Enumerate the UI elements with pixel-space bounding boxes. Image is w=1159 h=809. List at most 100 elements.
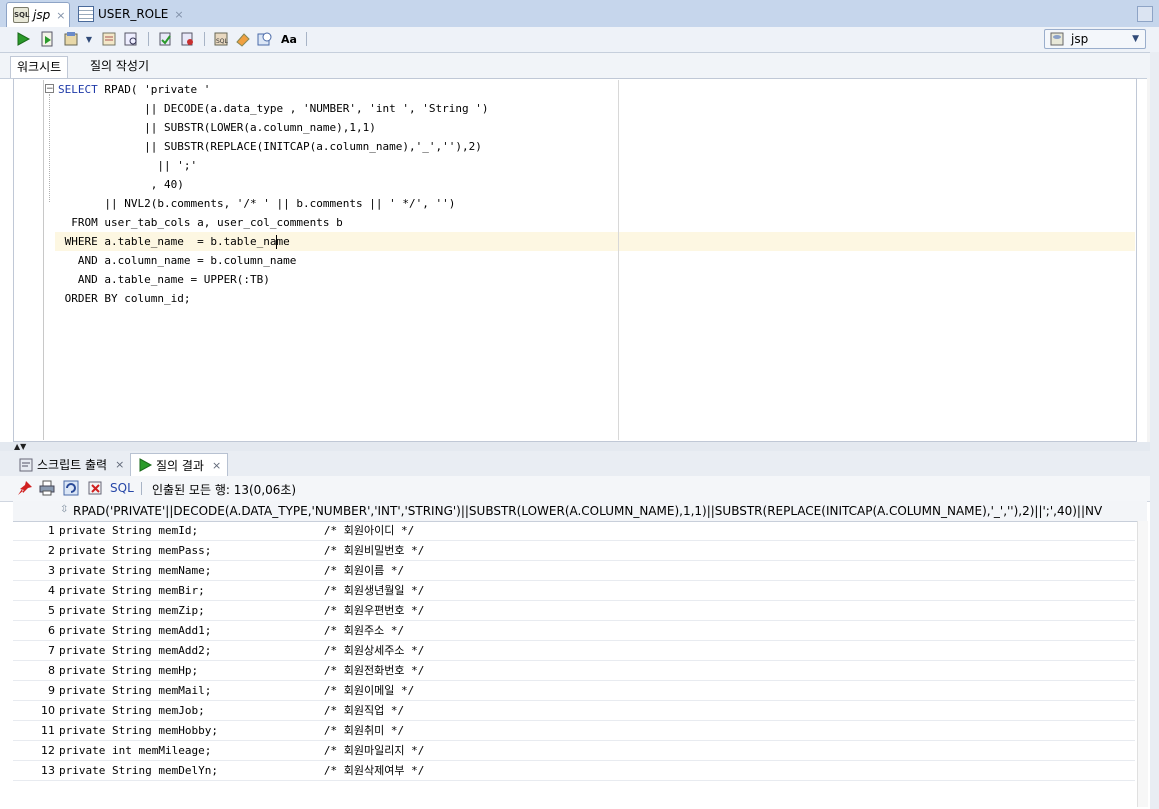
worksheet-subtabs: 워크시트 질의 작성기 xyxy=(0,53,1159,79)
editor-right-margin xyxy=(618,80,619,440)
tab-user-role[interactable]: USER_ROLE × xyxy=(72,2,190,26)
row-number: 6 xyxy=(48,624,55,637)
table-row[interactable]: 13 private String memDelYn; /* 회원삭제여부 */ xyxy=(13,761,1135,781)
table-row[interactable]: 7 private String memAdd2; /* 회원상세주소 */ xyxy=(13,641,1135,661)
dropdown-arrow-icon[interactable]: ▼ xyxy=(84,30,94,48)
table-row[interactable]: 9 private String memMail; /* 회원이메일 */ xyxy=(13,681,1135,701)
tab-script-output[interactable]: 스크립트 출력 × xyxy=(12,453,130,476)
connection-select[interactable]: jsp ▼ xyxy=(1044,29,1146,49)
print-button[interactable] xyxy=(38,479,56,497)
refresh-button[interactable] xyxy=(62,479,80,497)
connection-label: jsp xyxy=(1071,32,1089,46)
splitter-arrows-icon[interactable]: ▲▼ xyxy=(14,442,26,451)
close-icon[interactable]: × xyxy=(174,8,183,21)
close-icon[interactable]: × xyxy=(56,9,65,22)
table-row[interactable]: 4 private String memBir; /* 회원생년월일 */ xyxy=(13,581,1135,601)
row-value[interactable]: private int memMileage; /* 회원마일리지 */ xyxy=(59,741,424,761)
table-row[interactable]: 2 private String memPass; /* 회원비밀번호 */ xyxy=(13,541,1135,561)
row-value[interactable]: private String memBir; /* 회원생년월일 */ xyxy=(59,581,424,601)
eraser-icon xyxy=(236,33,250,47)
code-line[interactable]: AND a.table_name = UPPER(:TB) xyxy=(58,270,270,289)
row-value[interactable]: private String memName; /* 회원이름 */ xyxy=(59,561,404,581)
worksheet-toolbar: ▼ SQL Aa xyxy=(0,27,1159,53)
tab-label: 스크립트 출력 xyxy=(37,458,108,472)
run-statement-button[interactable] xyxy=(14,30,32,48)
toolbar-separator xyxy=(204,32,205,46)
code-line[interactable]: || ';' xyxy=(58,156,197,175)
tab-label: jsp xyxy=(33,8,51,22)
table-row[interactable]: 10 private String memJob; /* 회원직업 */ xyxy=(13,701,1135,721)
close-icon[interactable]: × xyxy=(115,458,124,471)
code-line[interactable]: FROM user_tab_cols a, user_col_comments … xyxy=(58,213,343,232)
row-value[interactable]: private String memHp; /* 회원전화번호 */ xyxy=(59,661,424,681)
table-row[interactable]: 12 private int memMileage; /* 회원마일리지 */ xyxy=(13,741,1135,761)
unshared-worksheet-button[interactable]: SQL xyxy=(212,30,230,48)
tab-worksheet[interactable]: 워크시트 xyxy=(10,56,69,78)
svg-text:SQL: SQL xyxy=(216,38,229,45)
row-number: 11 xyxy=(41,724,55,737)
table-row[interactable]: 8 private String memHp; /* 회원전화번호 */ xyxy=(13,661,1135,681)
code-line[interactable]: ORDER BY column_id; xyxy=(58,289,191,308)
run-script-button[interactable] xyxy=(38,30,56,48)
tab-jsp-worksheet[interactable]: SQL jsp × xyxy=(6,2,70,27)
row-value[interactable]: private String memId; /* 회원아이디 */ xyxy=(59,521,414,541)
code-fold-icon[interactable]: − xyxy=(45,84,54,94)
row-value[interactable]: private String memJob; /* 회원직업 */ xyxy=(59,701,404,721)
table-row[interactable]: 11 private String memHobby; /* 회원취미 */ xyxy=(13,721,1135,741)
sql-history-button[interactable] xyxy=(256,30,274,48)
code-line[interactable]: || DECODE(a.data_type , 'NUMBER', 'int '… xyxy=(58,99,488,118)
explain-plan-button[interactable] xyxy=(100,30,118,48)
row-value[interactable]: private String memDelYn; /* 회원삭제여부 */ xyxy=(59,761,424,781)
row-number: 10 xyxy=(41,704,55,717)
grid-scrollbar[interactable] xyxy=(1137,521,1148,807)
row-value[interactable]: private String memAdd2; /* 회원상세주소 */ xyxy=(59,641,424,661)
code-line[interactable]: WHERE a.table_name = b.table_name xyxy=(58,232,290,251)
autotrace-button[interactable] xyxy=(62,30,80,48)
play-icon xyxy=(139,458,153,472)
fetch-status-text: 인출된 모든 행: 13(0,06초) xyxy=(152,483,297,497)
row-value[interactable]: private String memHobby; /* 회원취미 */ xyxy=(59,721,404,741)
sql-link[interactable]: SQL xyxy=(110,481,134,495)
sql-tuning-button[interactable] xyxy=(122,30,140,48)
tab-query-result[interactable]: 질의 결과 × xyxy=(130,453,229,476)
database-connection-icon xyxy=(1050,32,1064,46)
editor-gutter-border xyxy=(43,80,44,440)
row-value[interactable]: private String memZip; /* 회원우편번호 */ xyxy=(59,601,424,621)
restore-window-icon[interactable] xyxy=(1137,6,1153,22)
column-header-label[interactable]: RPAD('PRIVATE'||DECODE(A.DATA_TYPE,'NUMB… xyxy=(73,504,1145,518)
row-number: 13 xyxy=(41,764,55,777)
row-number: 8 xyxy=(48,664,55,677)
clear-button[interactable] xyxy=(234,30,252,48)
code-line[interactable]: || SUBSTR(LOWER(a.column_name),1,1) xyxy=(58,118,376,137)
row-number: 7 xyxy=(48,644,55,657)
code-line[interactable]: || NVL2(b.comments, '/* ' || b.comments … xyxy=(58,194,455,213)
rollback-button[interactable] xyxy=(178,30,196,48)
table-row[interactable]: 6 private String memAdd1; /* 회원주소 */ xyxy=(13,621,1135,641)
table-row[interactable]: 5 private String memZip; /* 회원우편번호 */ xyxy=(13,601,1135,621)
close-icon[interactable]: × xyxy=(212,459,221,472)
code-line[interactable]: , 40) xyxy=(58,175,184,194)
row-number: 9 xyxy=(48,684,55,697)
code-line[interactable]: SELECT RPAD( 'private ' xyxy=(58,80,210,99)
to-upper-lower-button[interactable]: Aa xyxy=(280,30,298,48)
chevron-down-icon: ▼ xyxy=(1132,34,1139,44)
sort-icon[interactable]: ⇳ xyxy=(60,504,68,515)
code-line[interactable]: || SUBSTR(REPLACE(INITCAP(a.column_name)… xyxy=(58,137,482,156)
code-line[interactable]: AND a.column_name = b.column_name xyxy=(58,251,297,270)
freeze-view-button[interactable] xyxy=(16,479,34,497)
commit-icon xyxy=(159,32,171,46)
print-icon xyxy=(39,480,55,496)
table-row[interactable]: 1 private String memId; /* 회원아이디 */ xyxy=(13,521,1135,541)
explain-plan-icon xyxy=(102,32,116,46)
commit-button[interactable] xyxy=(156,30,174,48)
table-row[interactable]: 3 private String memName; /* 회원이름 */ xyxy=(13,561,1135,581)
rollback-icon xyxy=(181,32,193,46)
table-icon xyxy=(78,6,94,22)
row-value[interactable]: private String memMail; /* 회원이메일 */ xyxy=(59,681,414,701)
tab-query-builder[interactable]: 질의 작성기 xyxy=(84,56,155,77)
cancel-query-button[interactable] xyxy=(86,479,104,497)
text-caret xyxy=(276,235,277,249)
pane-splitter[interactable] xyxy=(0,442,1159,451)
row-value[interactable]: private String memAdd1; /* 회원주소 */ xyxy=(59,621,404,641)
row-value[interactable]: private String memPass; /* 회원비밀번호 */ xyxy=(59,541,424,561)
